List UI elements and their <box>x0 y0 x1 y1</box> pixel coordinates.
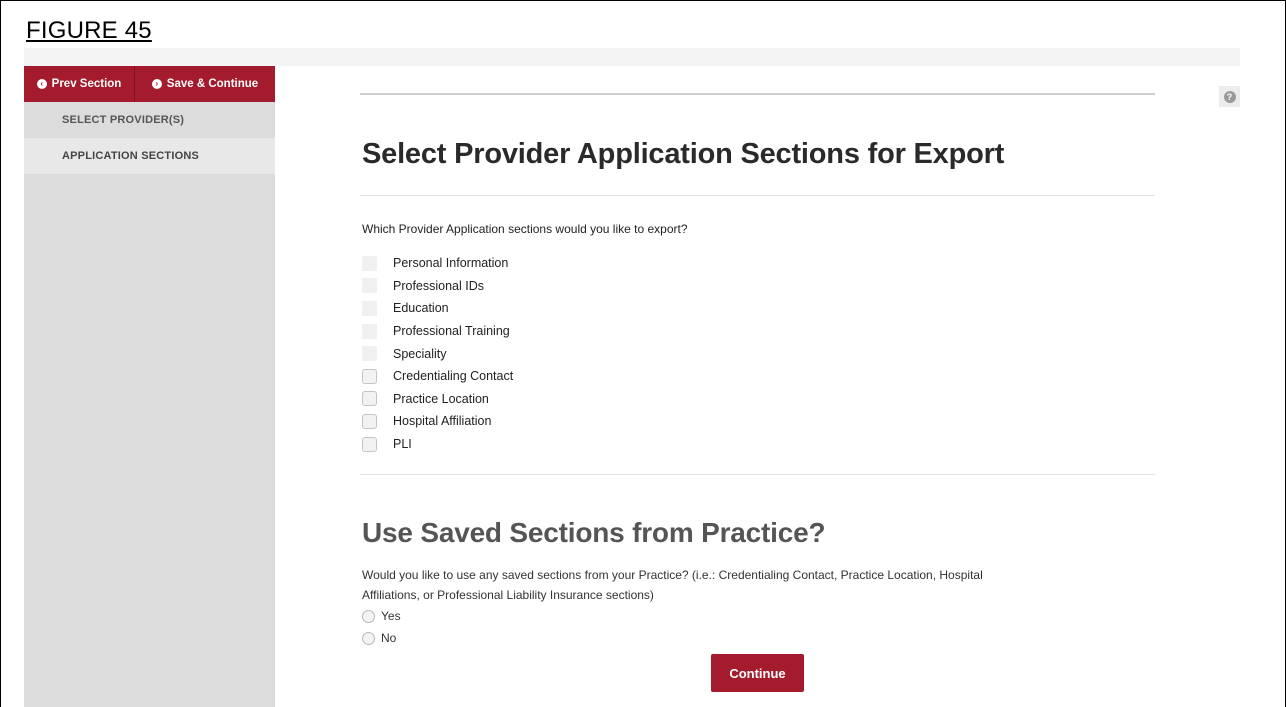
radio-yes[interactable] <box>362 609 375 623</box>
arrow-right-circle-icon: › <box>151 79 162 89</box>
checkbox-label: PLI <box>393 437 412 452</box>
prev-section-label: Prev Section <box>51 78 122 90</box>
radio-option-yes: Yes <box>362 609 401 623</box>
section-option: Hospital Affiliation <box>362 410 513 433</box>
checkbox[interactable] <box>362 413 377 429</box>
main-content: Select Provider Application Sections for… <box>275 66 1215 707</box>
checkbox[interactable] <box>362 300 377 316</box>
section-option: Education <box>362 297 513 320</box>
checkbox-label: Credentialing Contact <box>393 369 514 384</box>
checkbox-label: Personal Information <box>393 256 509 271</box>
section-option: Credentialing Contact <box>362 365 513 388</box>
radio-option-no: No <box>362 631 396 645</box>
save-continue-button[interactable]: › Save & Continue <box>135 66 275 102</box>
section-option: Personal Information <box>362 252 513 275</box>
section-option: Speciality <box>362 342 513 365</box>
save-continue-label: Save & Continue <box>166 78 259 90</box>
checkbox-label: Speciality <box>393 346 447 361</box>
top-strip <box>24 48 1240 66</box>
arrow-left-circle-icon: ‹ <box>36 79 47 89</box>
checkbox-label: Professional IDs <box>393 278 485 293</box>
checkbox[interactable] <box>362 436 377 452</box>
checkbox-label: Practice Location <box>393 391 489 406</box>
figure-label: FIGURE 45 <box>26 17 152 44</box>
sidebar-item-select-providers[interactable]: SELECT PROVIDER(S) <box>24 102 275 138</box>
sections-checkbox-list: Personal Information Professional IDs Ed… <box>362 252 513 455</box>
section-option: Professional Training <box>362 320 513 343</box>
saved-question-line: Would you like to use any saved sections… <box>362 568 983 582</box>
continue-button[interactable]: Continue <box>711 654 804 692</box>
question-circle-icon: ? <box>1223 90 1236 103</box>
sidebar-item-label: APPLICATION SECTIONS <box>62 150 200 162</box>
prev-section-button[interactable]: ‹ Prev Section <box>24 66 135 102</box>
section-option: PLI <box>362 433 513 456</box>
section-option: Practice Location <box>362 388 513 411</box>
checkbox[interactable] <box>362 255 377 271</box>
saved-question-line: Affiliations, or Professional Liability … <box>362 588 654 602</box>
checkbox[interactable] <box>362 323 377 339</box>
sidebar-item-label: SELECT PROVIDER(S) <box>62 114 185 126</box>
checkbox[interactable] <box>362 391 377 407</box>
sections-question: Which Provider Application sections woul… <box>362 222 688 236</box>
top-divider <box>360 93 1155 95</box>
page-title: Select Provider Application Sections for… <box>362 138 1005 170</box>
title-divider <box>360 195 1155 196</box>
section-divider <box>360 474 1155 475</box>
checkbox-label: Hospital Affiliation <box>393 414 492 429</box>
saved-sections-question: Would you like to use any saved sections… <box>362 565 1152 605</box>
checkbox-label: Education <box>393 301 449 316</box>
help-button[interactable]: ? <box>1219 86 1240 107</box>
sidebar: ‹ Prev Section › Save & Continue SELECT … <box>24 66 275 707</box>
radio-label: Yes <box>381 609 401 623</box>
checkbox[interactable] <box>362 278 377 294</box>
section-option: Professional IDs <box>362 275 513 298</box>
sidebar-item-application-sections[interactable]: APPLICATION SECTIONS <box>24 138 275 174</box>
saved-sections-title: Use Saved Sections from Practice? <box>362 517 826 548</box>
radio-label: No <box>381 631 397 645</box>
checkbox[interactable] <box>362 346 377 362</box>
sidebar-button-row: ‹ Prev Section › Save & Continue <box>24 66 275 102</box>
app-screenshot: ‹ Prev Section › Save & Continue SELECT … <box>24 48 1240 707</box>
checkbox[interactable] <box>362 368 377 384</box>
radio-no[interactable] <box>362 631 375 645</box>
checkbox-label: Professional Training <box>393 324 510 339</box>
